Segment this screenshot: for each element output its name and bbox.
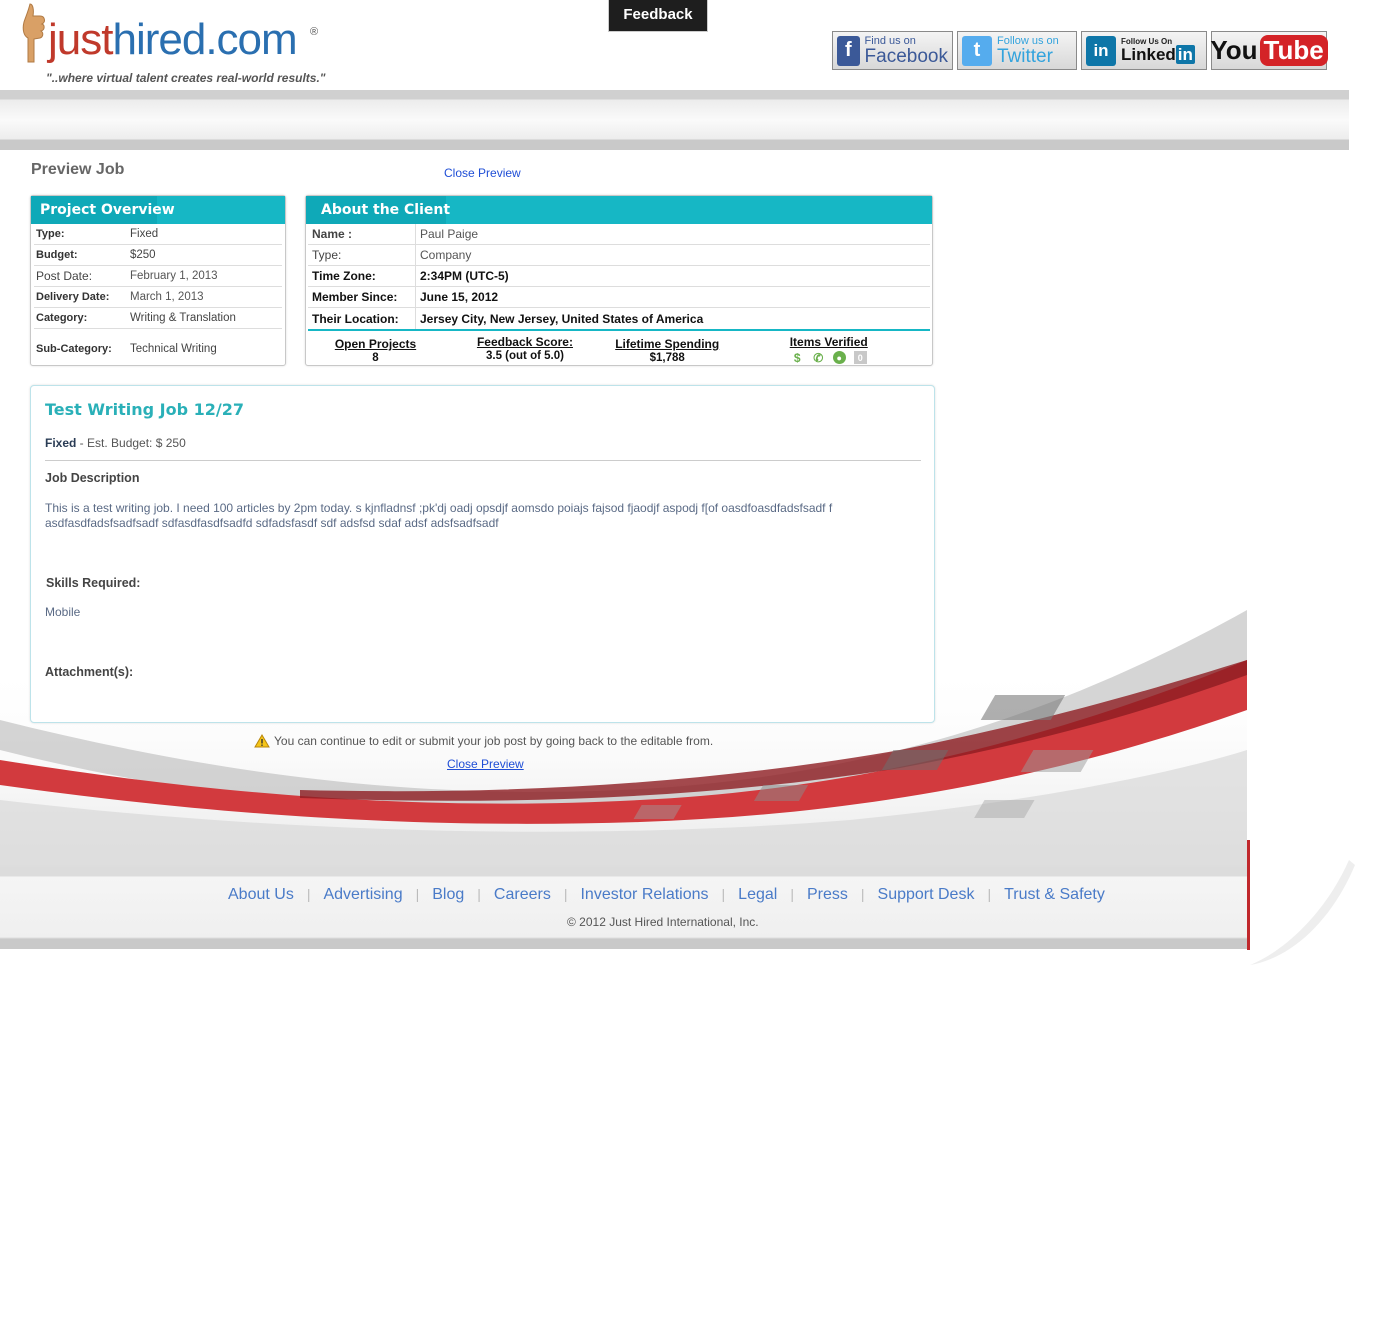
client-row-name: Name : Paul Paige: [308, 224, 930, 245]
facebook-big-label: Facebook: [864, 45, 948, 67]
site-footer: About Us | Advertising | Blog | Careers | In…: [0, 867, 1247, 949]
skills-heading: Skills Required:: [46, 576, 141, 590]
client-row-member-since: Member Since: June 15, 2012: [308, 287, 930, 308]
decorative-swoosh-edge: [1247, 840, 1355, 965]
client-row-type: Type: Company: [308, 245, 930, 266]
stat-open-projects: Open Projects 8: [334, 337, 417, 364]
facebook-button[interactable]: f Find us on Facebook: [832, 31, 953, 70]
footer-link-legal[interactable]: Legal: [738, 886, 777, 904]
stat-lifetime-spending: Lifetime Spending $1,788: [615, 337, 720, 364]
overview-row-budget: Budget: $250: [34, 245, 282, 266]
phone-icon: ✆: [813, 350, 824, 365]
job-title: Test Writing Job 12/27: [45, 400, 245, 419]
footer-link-investor-relations[interactable]: Investor Relations: [580, 886, 708, 904]
overview-row-delivery-date: Delivery Date: March 1, 2013: [34, 287, 282, 308]
facebook-icon: f: [837, 35, 860, 66]
footer-link-support-desk[interactable]: Support Desk: [878, 886, 975, 904]
footer-link-about-us[interactable]: About Us: [228, 886, 294, 904]
justhired-logo[interactable]: justhired.com ® "..where virtual talent …: [18, 0, 378, 90]
footer-links: About Us | Advertising | Blog | Careers | In…: [228, 886, 1105, 904]
client-row-location: Their Location: Jersey City, New Jersey,…: [308, 308, 930, 329]
job-divider: [45, 460, 921, 461]
footer-link-blog[interactable]: Blog: [432, 886, 464, 904]
feedback-button[interactable]: Feedback: [608, 0, 708, 32]
site-header: justhired.com ® "..where virtual talent …: [0, 0, 1349, 90]
tagline: "..where virtual talent creates real-wor…: [46, 71, 326, 85]
close-preview-link-top[interactable]: Close Preview: [444, 166, 521, 180]
linkedin-button[interactable]: in Follow Us On Linked in: [1081, 31, 1207, 70]
close-preview-link-bottom[interactable]: Close Preview: [447, 757, 524, 771]
stat-items-verified: Items Verified $ ✆ ● 0: [789, 335, 868, 365]
warning-icon: [254, 734, 270, 748]
footer-link-trust-safety[interactable]: Trust & Safety: [1004, 886, 1105, 904]
project-overview-panel: Project Overview Type: Fixed Budget: $25…: [30, 195, 286, 366]
linkedin-big-label: Linked in: [1121, 45, 1195, 64]
globe-icon: ●: [832, 351, 846, 364]
youtube-tube-label: Tube: [1259, 35, 1328, 66]
twitter-big-label: Twitter: [997, 45, 1053, 67]
attachments-heading: Attachment(s):: [45, 665, 134, 679]
overview-row-sub-category: Sub-Category: Technical Writing: [36, 343, 217, 355]
footer-link-careers[interactable]: Careers: [494, 886, 551, 904]
logo-wordmark: justhired.com: [48, 15, 298, 64]
client-row-time-zone: Time Zone: 2:34PM (UTC-5): [308, 266, 930, 287]
job-budget: Fixed - Est. Budget: $ 250: [45, 436, 186, 450]
overview-row-post-date: Post Date: February 1, 2013: [34, 266, 282, 287]
client-stats: Open Projects 8 Feedback Score: 3.5 (out…: [308, 329, 930, 366]
copyright: © 2012 Just Hired International, Inc.: [567, 915, 759, 929]
about-client-panel: About the Client Name : Paul Paige Type:…: [305, 195, 933, 366]
skill-item: Mobile: [45, 605, 81, 619]
zero-badge: 0: [853, 351, 867, 364]
youtube-button[interactable]: You Tube: [1210, 31, 1328, 70]
about-client-heading: About the Client: [306, 196, 932, 224]
logo-just: just: [48, 15, 113, 64]
facebook-small-label: Find us on: [864, 34, 916, 47]
notice-text: You can continue to edit or submit your …: [274, 734, 714, 748]
stat-feedback-score: Feedback Score: 3.5 (out of 5.0): [476, 335, 573, 362]
logo-hired: hired.com: [112, 15, 297, 64]
job-details-panel: Test Writing Job 12/27 Fixed - Est. Budg…: [30, 385, 935, 723]
overview-row-category: Category: Writing & Translation: [34, 308, 282, 329]
dollar-icon: $: [793, 350, 801, 365]
edit-notice: You can continue to edit or submit your …: [254, 734, 713, 748]
nav-bar: [0, 90, 1349, 150]
twitter-button[interactable]: t Follow us on Twitter: [957, 31, 1077, 70]
overview-row-type: Type: Fixed: [34, 224, 282, 245]
twitter-bird-icon: t: [962, 35, 992, 66]
job-description-heading: Job Description: [45, 471, 140, 485]
footer-link-press[interactable]: Press: [807, 886, 848, 904]
twitter-small-label: Follow us on: [997, 34, 1059, 47]
job-description: This is a test writing job. I need 100 a…: [45, 501, 833, 530]
page-title: Preview Job: [31, 161, 125, 178]
footer-link-advertising[interactable]: Advertising: [323, 886, 402, 904]
linkedin-icon: in: [1086, 35, 1116, 66]
registered-mark: ®: [310, 26, 319, 38]
project-overview-heading: Project Overview: [31, 196, 285, 224]
youtube-you-label: You: [1210, 35, 1258, 65]
